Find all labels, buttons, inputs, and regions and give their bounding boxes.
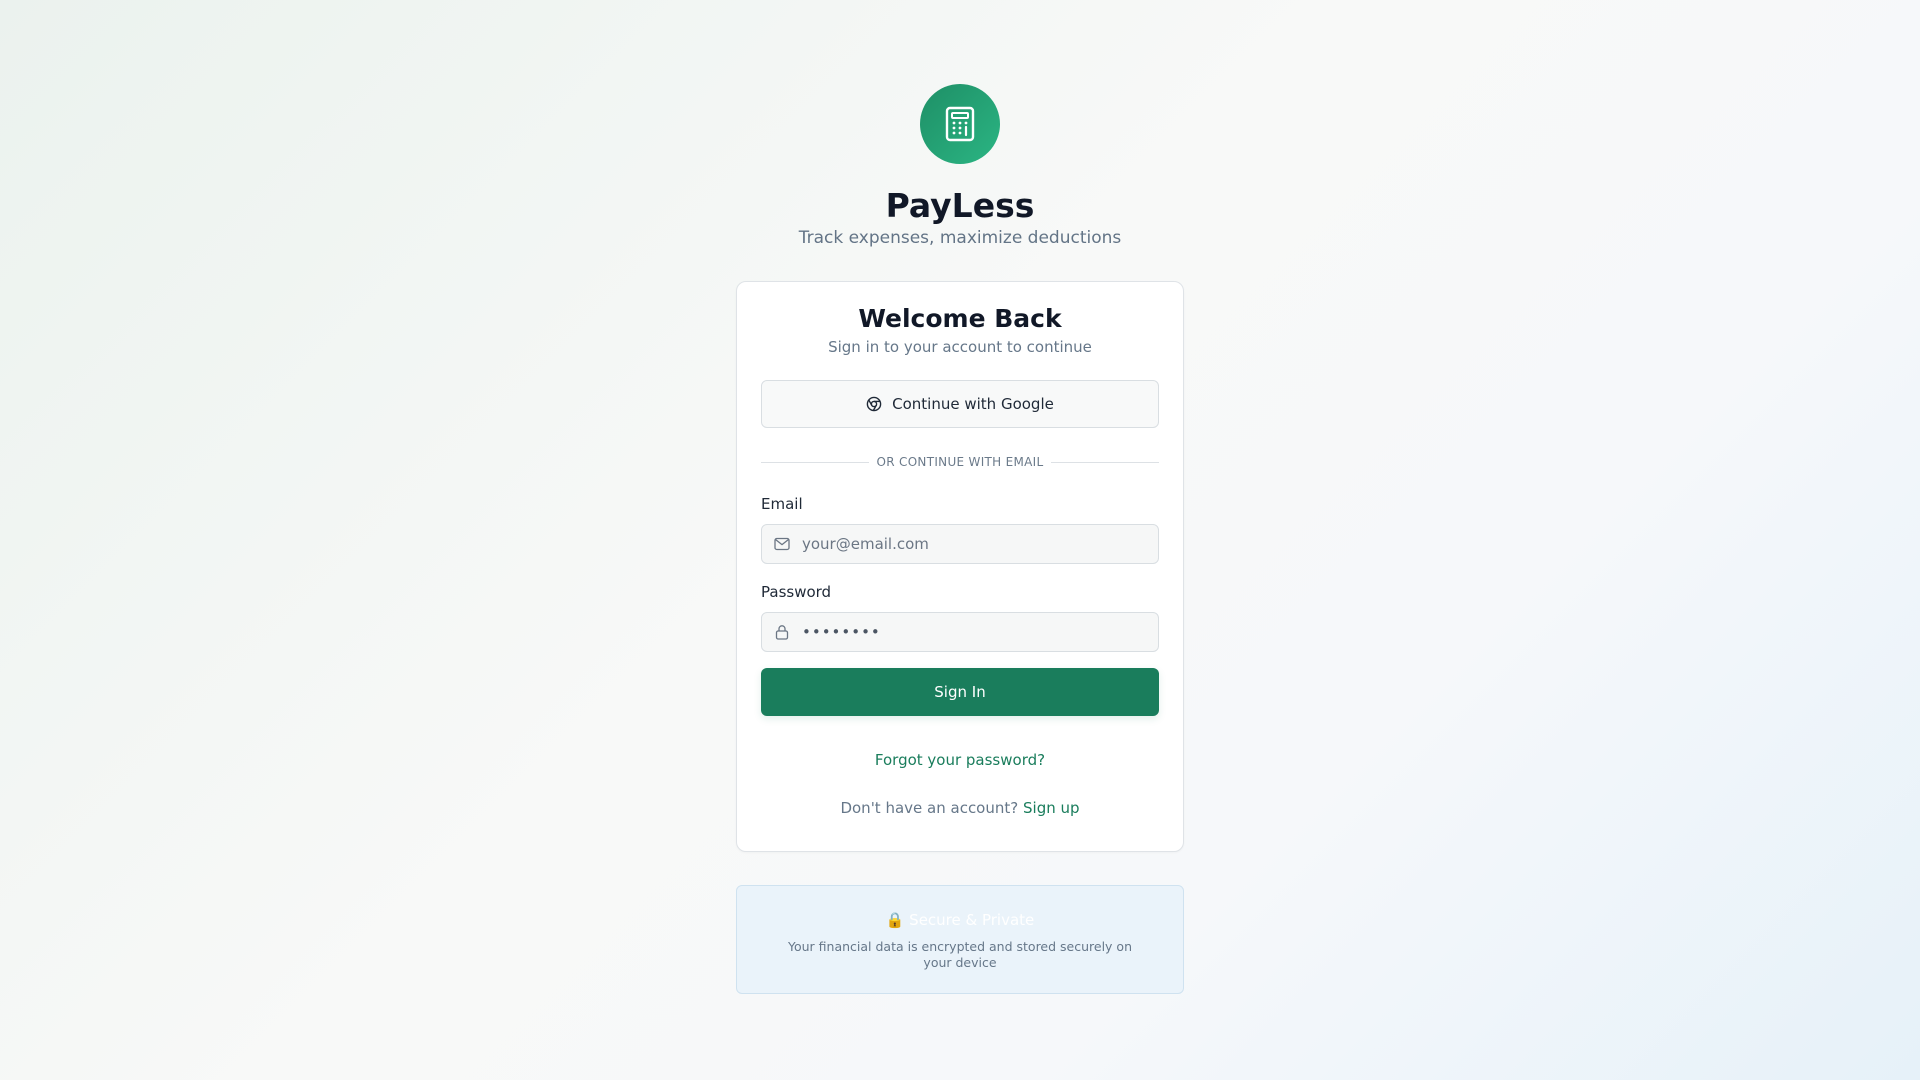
google-button-label: Continue with Google xyxy=(892,395,1054,413)
email-label: Email xyxy=(761,495,803,513)
lock-emoji-icon: 🔒 xyxy=(885,911,905,929)
forgot-password-link[interactable]: Forgot your password? xyxy=(737,750,1183,770)
mail-icon xyxy=(762,537,802,551)
app-tagline: Track expenses, maximize deductions xyxy=(798,228,1122,248)
security-title: Secure & Private xyxy=(909,911,1035,929)
password-label: Password xyxy=(761,583,832,601)
password-field-wrapper[interactable] xyxy=(761,612,1159,652)
divider-line-left xyxy=(761,461,869,463)
signin-button[interactable]: Sign In xyxy=(761,668,1159,716)
security-notice: 🔒 Secure & Private Your financial data i… xyxy=(736,885,1184,994)
app-name: PayLess xyxy=(885,186,1035,225)
signup-prompt-line: Don't have an account? Sign up xyxy=(737,798,1183,818)
card-subtitle: Sign in to your account to continue xyxy=(828,338,1092,356)
security-title-line: 🔒 Secure & Private xyxy=(737,910,1183,930)
divider-line-right xyxy=(1051,461,1159,463)
email-field-wrapper[interactable] xyxy=(761,524,1159,564)
app-logo xyxy=(920,84,1000,164)
signup-link[interactable]: Sign up xyxy=(1023,799,1080,817)
brand-header: PayLess Track expenses, maximize deducti… xyxy=(0,84,1920,249)
signup-prompt-text: Don't have an account? xyxy=(840,799,1019,817)
login-page: PayLess Track expenses, maximize deducti… xyxy=(0,0,1920,1080)
login-card: Welcome Back Sign in to your account to … xyxy=(736,281,1184,852)
google-signin-button[interactable]: Continue with Google xyxy=(761,380,1159,428)
password-input[interactable] xyxy=(802,623,1142,641)
chrome-icon xyxy=(866,396,882,412)
divider-text: OR CONTINUE WITH EMAIL xyxy=(876,455,1044,469)
card-title: Welcome Back xyxy=(858,304,1062,333)
divider: OR CONTINUE WITH EMAIL xyxy=(761,452,1159,472)
email-input[interactable] xyxy=(802,535,1142,553)
lock-icon xyxy=(762,624,802,640)
security-description: Your financial data is encrypted and sto… xyxy=(787,939,1132,970)
calculator-icon xyxy=(945,106,975,142)
